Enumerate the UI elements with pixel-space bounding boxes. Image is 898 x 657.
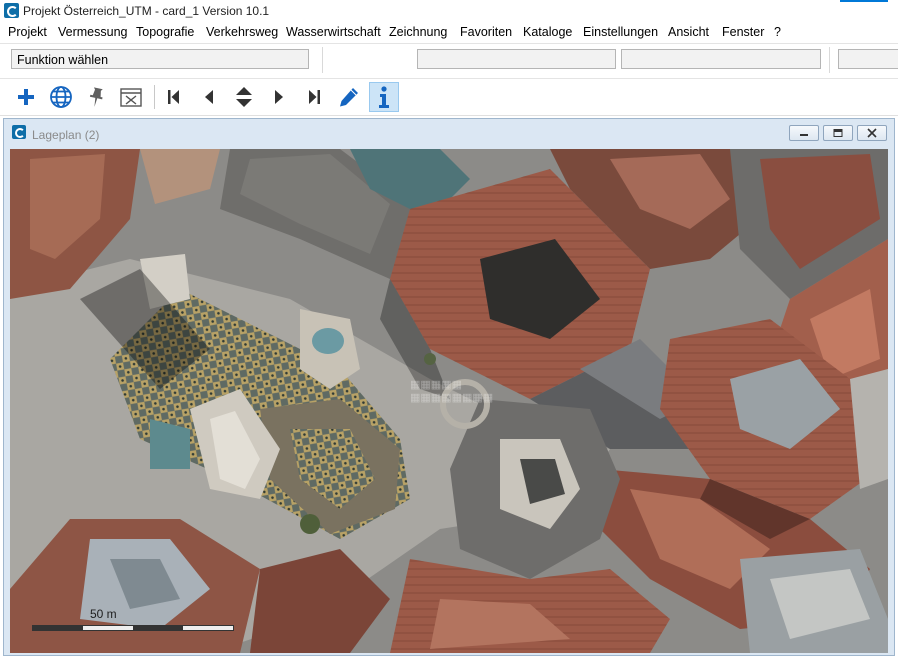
restore-icon[interactable] [823,125,853,141]
status-field-3[interactable] [838,49,898,69]
scale-bar [32,625,234,631]
menu-wasserwirtschaft[interactable]: Wasserwirtschaft [286,25,381,39]
scale-label: 50 m [90,607,117,621]
aerial-map[interactable]: ▦▦▦▦▦ ▦▦▦▦▦▦▦▦ 50 m [10,149,888,653]
function-field[interactable]: Funktion wählen [11,49,309,69]
menu-kataloge[interactable]: Kataloge [523,25,572,39]
menu-topografie[interactable]: Topografie [136,25,194,39]
map-window: Lageplan (2) ▦▦▦▦▦ ▦▦▦▦▦▦▦▦ 50 m [3,118,895,656]
command-bar: Funktion wählen [0,43,898,78]
pencil-icon[interactable] [334,82,364,112]
separator [154,85,155,109]
info-icon[interactable] [369,82,399,112]
globe-icon[interactable] [46,82,76,112]
pin-icon[interactable] [81,82,111,112]
status-field-1[interactable] [417,49,616,69]
toolbar [0,78,898,116]
menu-einstellungen[interactable]: Einstellungen [583,25,658,39]
plus-icon[interactable] [11,82,41,112]
up-down-icon[interactable] [229,82,259,112]
separator [322,47,323,73]
window-title: Projekt Österreich_UTM - card_1 Version … [23,4,270,18]
menu-favoriten[interactable]: Favoriten [460,25,512,39]
title-bar: Projekt Österreich_UTM - card_1 Version … [0,0,898,22]
map-window-icon [12,125,26,139]
menu-help[interactable]: ? [774,25,781,39]
menu-verkehrsweg[interactable]: Verkehrsweg [206,25,278,39]
menu-projekt[interactable]: Projekt [8,25,47,39]
close-icon[interactable] [857,125,887,141]
minimize-icon[interactable] [789,125,819,141]
first-icon[interactable] [159,82,189,112]
menu-ansicht[interactable]: Ansicht [668,25,709,39]
next-icon[interactable] [264,82,294,112]
menu-fenster[interactable]: Fenster [722,25,764,39]
menu-zeichnung[interactable]: Zeichnung [389,25,447,39]
menu-vermessung[interactable]: Vermessung [58,25,127,39]
previous-icon[interactable] [194,82,224,112]
close-view-icon[interactable] [116,82,146,112]
menu-bar: Projekt Vermessung Topografie Verkehrswe… [0,22,898,42]
status-field-2[interactable] [621,49,821,69]
map-watermark: ▦▦▦▦▦ ▦▦▦▦▦▦▦▦ [410,379,494,404]
map-window-title: Lageplan (2) [32,128,100,142]
app-icon [4,3,19,18]
map-window-titlebar: Lageplan (2) [4,119,894,147]
accent-strip [840,0,888,2]
last-icon[interactable] [299,82,329,112]
separator [829,47,830,73]
